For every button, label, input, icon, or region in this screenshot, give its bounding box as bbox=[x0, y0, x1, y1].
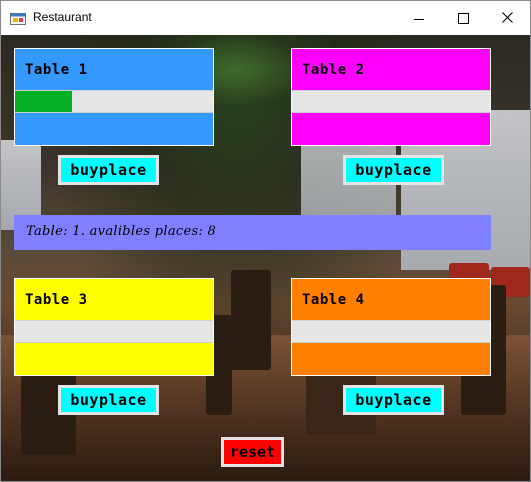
table-3-buyplace-button[interactable]: buyplace bbox=[58, 385, 159, 415]
table-1-progress-fill bbox=[15, 91, 73, 112]
table-2-progress-bar bbox=[292, 90, 490, 113]
table-1-label: Table 1 bbox=[25, 62, 88, 78]
info-text: Table: 1. avalibles places: 8 bbox=[26, 224, 217, 239]
window-app-icon bbox=[10, 11, 26, 25]
maximize-icon[interactable] bbox=[441, 1, 485, 34]
table-1-progress-bar bbox=[15, 90, 213, 113]
app-window: Restaurant Table 1 buyplace Table 2 buyp… bbox=[0, 0, 531, 482]
table-1-panel: Table 1 bbox=[14, 48, 214, 146]
table-2-panel: Table 2 bbox=[291, 48, 491, 146]
table-2-label: Table 2 bbox=[302, 62, 365, 78]
table-2-buyplace-button[interactable]: buyplace bbox=[343, 155, 444, 185]
form-client-area: Table 1 buyplace Table 2 buyplace Table:… bbox=[1, 35, 530, 481]
reset-button[interactable]: reset bbox=[221, 437, 284, 467]
window-title: Restaurant bbox=[33, 10, 92, 24]
table-1-buyplace-button[interactable]: buyplace bbox=[58, 155, 159, 185]
table-3-progress-bar bbox=[15, 320, 213, 343]
table-4-progress-bar bbox=[292, 320, 490, 343]
info-label-panel: Table: 1. avalibles places: 8 bbox=[14, 215, 491, 250]
table-4-label: Table 4 bbox=[302, 292, 365, 308]
table-4-buyplace-button[interactable]: buyplace bbox=[343, 385, 444, 415]
table-3-label: Table 3 bbox=[25, 292, 88, 308]
title-bar[interactable]: Restaurant bbox=[1, 1, 530, 34]
minimize-icon[interactable] bbox=[397, 1, 441, 34]
close-icon[interactable] bbox=[486, 1, 530, 34]
table-4-panel: Table 4 bbox=[291, 278, 491, 376]
table-3-panel: Table 3 bbox=[14, 278, 214, 376]
